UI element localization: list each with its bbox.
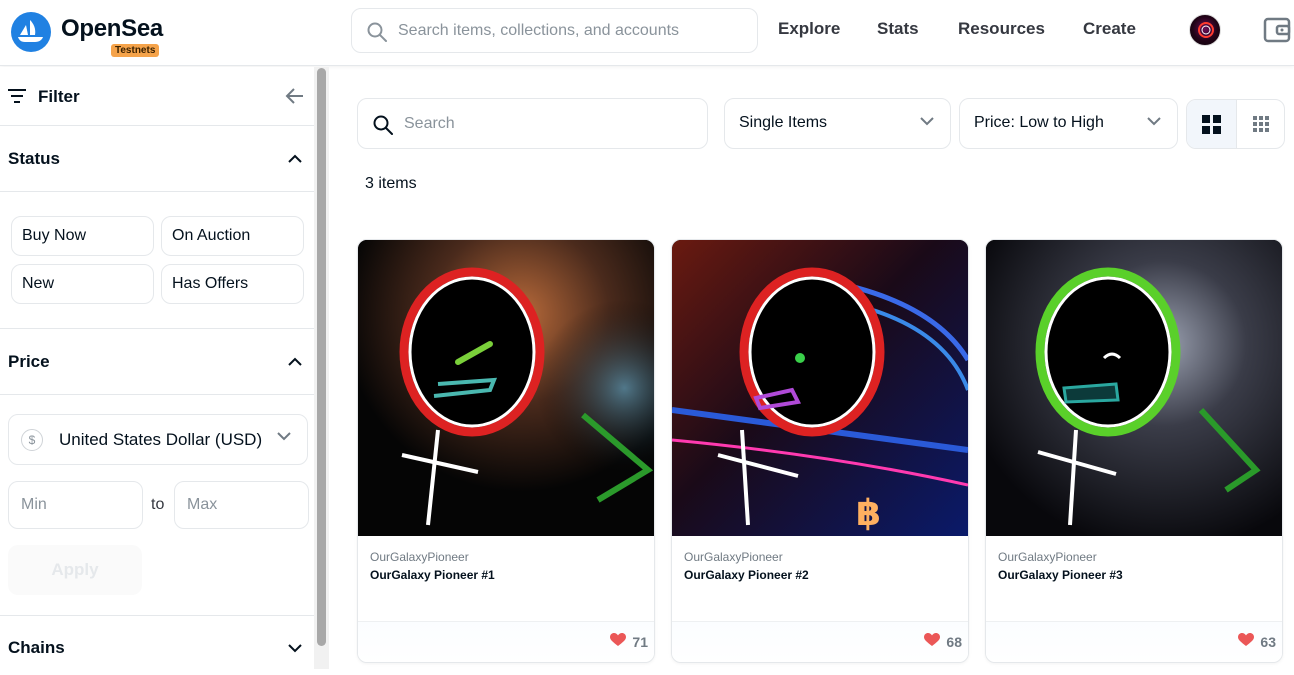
small-grid-button[interactable] (1236, 100, 1284, 148)
price-title: Price (8, 352, 50, 371)
chains-title: Chains (8, 638, 65, 657)
grid-large-icon (1202, 115, 1221, 134)
nft-image[interactable] (358, 240, 654, 536)
nft-name[interactable]: OurGalaxy Pioneer #1 (370, 568, 495, 582)
dollar-icon: $ (21, 429, 43, 451)
nav-create[interactable]: Create (1083, 19, 1136, 39)
view-toggle (1186, 99, 1285, 149)
svg-text:฿: ฿ (856, 493, 881, 534)
filter-title: Filter (38, 87, 80, 106)
status-buy-now-button[interactable]: Buy Now (11, 216, 154, 256)
status-on-auction-button[interactable]: On Auction (161, 216, 304, 256)
nft-name[interactable]: OurGalaxy Pioneer #2 (684, 568, 809, 582)
chevron-up-icon (288, 357, 302, 366)
chevron-down-icon (288, 644, 302, 653)
scrollbar-thumb[interactable] (317, 68, 326, 646)
nav-resources[interactable]: Resources (958, 19, 1045, 39)
status-title: Status (8, 149, 60, 168)
nft-card-footer: 63 (986, 621, 1282, 662)
testnets-badge: Testnets (111, 44, 160, 57)
opensea-logo-icon[interactable] (11, 12, 51, 52)
global-search[interactable] (351, 8, 758, 53)
item-type-label: Single Items (739, 114, 828, 131)
avatar[interactable] (1189, 14, 1221, 46)
item-type-select[interactable]: Single Items (724, 98, 951, 149)
price-section-header[interactable]: Price (0, 329, 314, 395)
status-new-button[interactable]: New (11, 264, 154, 304)
item-count: 3 items (365, 175, 417, 192)
currency-select[interactable]: $ United States Dollar (USD) (8, 414, 308, 465)
search-icon (373, 115, 393, 135)
nft-card[interactable]: ฿ OurGalaxyPioneer OurGalaxy Pioneer #2 … (671, 239, 969, 663)
like-count: 71 (632, 634, 648, 650)
price-max-input[interactable] (174, 481, 309, 529)
nft-card-footer: 68 (672, 621, 968, 662)
nav-explore[interactable]: Explore (778, 19, 840, 39)
nft-card[interactable]: OurGalaxyPioneer OurGalaxy Pioneer #3 63 (985, 239, 1283, 663)
nft-collection-name[interactable]: OurGalaxyPioneer (998, 550, 1097, 564)
chevron-down-icon (920, 117, 934, 126)
nft-collection-name[interactable]: OurGalaxyPioneer (370, 550, 469, 564)
status-options: Buy Now On Auction New Has Offers (0, 192, 314, 329)
global-search-input[interactable] (398, 19, 738, 43)
status-section-header[interactable]: Status (0, 126, 314, 192)
like-count: 68 (946, 634, 962, 650)
nft-card-footer: 71 (358, 621, 654, 662)
currency-label: United States Dollar (USD) (59, 430, 263, 449)
sort-select[interactable]: Price: Low to High (959, 98, 1178, 149)
nft-collection-name[interactable]: OurGalaxyPioneer (684, 550, 783, 564)
sort-label: Price: Low to High (974, 114, 1104, 131)
chevron-down-icon (1147, 117, 1161, 126)
chains-section-header[interactable]: Chains (0, 615, 314, 675)
top-navbar: OpenSea Testnets Explore Stats Resources… (0, 0, 1294, 66)
filter-sidebar: Filter Status Buy Now On Auction New Has… (0, 67, 314, 669)
chevron-down-icon (277, 432, 291, 441)
chevron-up-icon (288, 154, 302, 163)
heart-icon[interactable] (610, 633, 626, 647)
nft-card[interactable]: OurGalaxyPioneer OurGalaxy Pioneer #1 71 (357, 239, 655, 663)
price-to-label: to (151, 496, 165, 513)
wallet-icon[interactable] (1263, 17, 1291, 43)
nft-name[interactable]: OurGalaxy Pioneer #3 (998, 568, 1123, 582)
arrow-left-icon[interactable] (285, 87, 305, 105)
apply-button[interactable]: Apply (8, 545, 142, 595)
items-search[interactable] (357, 98, 708, 149)
sidebar-scrollbar[interactable] (314, 67, 329, 669)
nft-image[interactable] (986, 240, 1282, 536)
heart-icon[interactable] (924, 633, 940, 647)
brand-name[interactable]: OpenSea (61, 15, 163, 43)
filter-header: Filter (0, 67, 314, 126)
price-min-input[interactable] (8, 481, 143, 529)
large-grid-button[interactable] (1187, 100, 1236, 148)
items-search-input[interactable] (404, 112, 694, 136)
status-has-offers-button[interactable]: Has Offers (161, 264, 304, 304)
nav-stats[interactable]: Stats (877, 19, 919, 39)
like-count: 63 (1260, 634, 1276, 650)
search-icon (367, 22, 387, 42)
grid-small-icon (1253, 116, 1269, 132)
divider (0, 394, 314, 395)
filter-icon (8, 89, 26, 103)
heart-icon[interactable] (1238, 633, 1254, 647)
nft-image[interactable]: ฿ (672, 240, 968, 536)
